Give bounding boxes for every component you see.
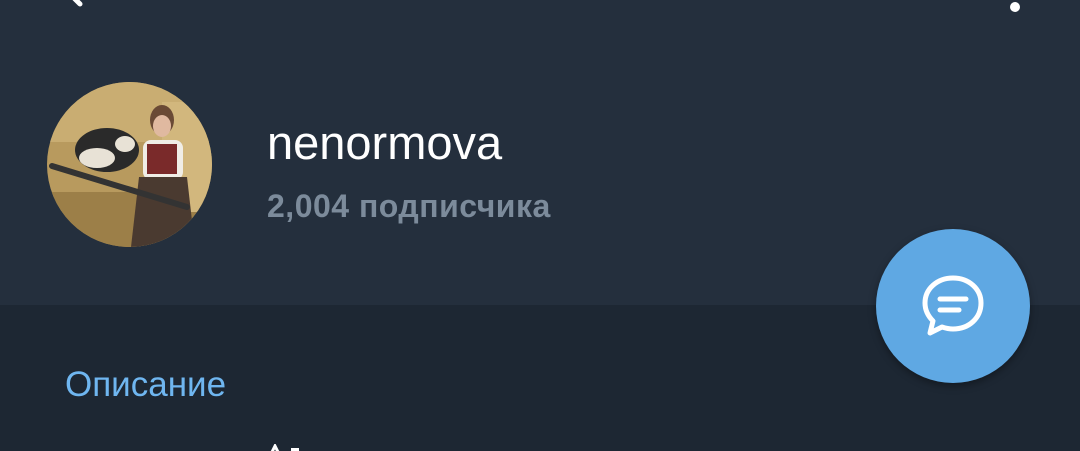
description-section-title: Описание: [65, 365, 227, 404]
back-arrow-icon: [72, 0, 83, 7]
channel-avatar-image: [47, 82, 212, 247]
channel-name: nenormova: [267, 116, 503, 169]
message-button[interactable]: [876, 229, 1030, 383]
message-icon: [922, 275, 984, 336]
channel-profile-screen: nenormova 2,004 подписчика Описание: [0, 0, 1080, 451]
description-text-cutoff: [265, 441, 305, 451]
subscriber-count: 2,004 подписчика: [267, 188, 551, 224]
more-vertical-icon: [1010, 2, 1020, 12]
back-button[interactable]: [50, 0, 100, 20]
avatar[interactable]: [47, 82, 212, 247]
more-menu-button[interactable]: [995, 0, 1035, 15]
